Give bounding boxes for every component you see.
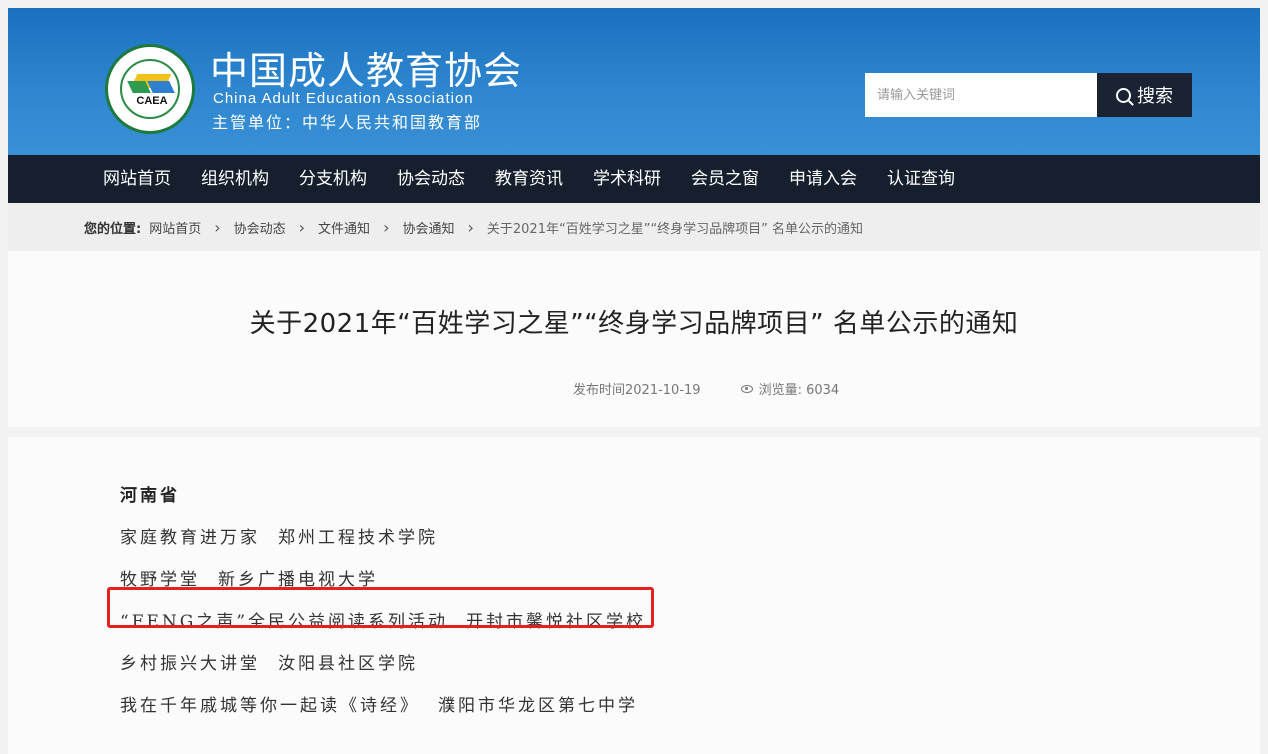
nav-item-research[interactable]: 学术科研 xyxy=(578,155,676,203)
breadcrumb-documents[interactable]: 文件通知 xyxy=(318,218,370,237)
site-header: CAEA 中国成人教育协会 China Adult Education Asso… xyxy=(8,8,1260,155)
breadcrumb-current: 关于2021年“百姓学习之星”“终身学习品牌项目” 名单公示的通知 xyxy=(486,221,864,237)
logo-text: CAEA xyxy=(136,95,168,107)
article-meta: 发布时间2021-10-19 浏览量: 6034 xyxy=(573,379,839,398)
eye-icon xyxy=(740,384,753,393)
publish-time: 发布时间2021-10-19 xyxy=(573,383,701,398)
chevron-right-icon: › xyxy=(214,217,221,237)
search-input[interactable] xyxy=(865,73,1098,117)
nav-item-education[interactable]: 教育资讯 xyxy=(480,155,578,203)
project-name: 我在千年戚城等你一起读《诗经》 xyxy=(120,696,420,716)
search-button[interactable]: 搜索 xyxy=(1097,73,1192,117)
main-nav: 网站首页 组织机构 分支机构 协会动态 教育资讯 学术科研 会员之窗 申请入会 … xyxy=(8,155,1260,203)
list-item: 乡村振兴大讲堂 汝阳县社区学院 xyxy=(120,643,646,685)
project-name: 乡村振兴大讲堂 xyxy=(120,654,260,674)
chevron-right-icon: › xyxy=(383,217,390,237)
breadcrumb-news[interactable]: 协会动态 xyxy=(234,218,286,237)
caea-logo[interactable]: CAEA xyxy=(105,44,195,134)
chevron-right-icon: › xyxy=(467,217,474,237)
site-supervisor: 主管单位：中华人民共和国教育部 xyxy=(212,113,483,132)
logo-mark-blue xyxy=(147,81,175,93)
article-content: 河南省 家庭教育进万家 郑州工程技术学院 牧野学堂 新乡广播电视大学 “FENG之声… xyxy=(120,475,646,727)
list-item: 我在千年戚城等你一起读《诗经》 濮阳市华龙区第七中学 xyxy=(120,685,646,727)
project-name: 家庭教育进万家 xyxy=(120,528,260,548)
organization-name: 新乡广播电视大学 xyxy=(218,570,378,590)
nav-item-certification[interactable]: 认证查询 xyxy=(872,155,970,203)
nav-item-branches[interactable]: 分支机构 xyxy=(284,155,382,203)
project-name: 牧野学堂 xyxy=(120,570,200,590)
list-item: “FENG之声”全民公益阅读系列活动 开封市馨悦社区学校 xyxy=(120,601,646,643)
article-body: 河南省 家庭教育进万家 郑州工程技术学院 牧野学堂 新乡广播电视大学 “FENG之声… xyxy=(8,437,1260,754)
project-name: “FENG之声”全民公益阅读系列活动 xyxy=(120,612,449,632)
breadcrumb-label: 您的位置: xyxy=(84,221,142,237)
nav-item-join[interactable]: 申请入会 xyxy=(774,155,872,203)
organization-name: 汝阳县社区学院 xyxy=(278,654,418,674)
search-icon xyxy=(1116,87,1131,103)
page: CAEA 中国成人教育协会 China Adult Education Asso… xyxy=(8,8,1260,754)
chevron-right-icon: › xyxy=(298,217,306,237)
list-item: 牧野学堂 新乡广播电视大学 xyxy=(120,559,646,601)
site-subtitle: China Adult Education Association xyxy=(213,90,474,107)
article-title: 关于2021年“百姓学习之星”“终身学习品牌项目” 名单公示的通知 xyxy=(249,309,1019,339)
breadcrumb: 您的位置: 网站首页 › 协会动态 › 文件通知 › 协会通知 › 关于2021… xyxy=(8,203,1260,251)
nav-item-organization[interactable]: 组织机构 xyxy=(186,155,284,203)
organization-name: 郑州工程技术学院 xyxy=(278,528,438,548)
breadcrumb-home[interactable]: 网站首页 xyxy=(149,218,201,237)
organization-name: 濮阳市华龙区第七中学 xyxy=(438,696,638,716)
nav-item-members[interactable]: 会员之窗 xyxy=(676,155,774,203)
view-count: 浏览量: 6034 xyxy=(758,383,840,398)
site-title[interactable]: 中国成人教育协会 xyxy=(210,48,522,94)
breadcrumb-notices[interactable]: 协会通知 xyxy=(402,218,454,237)
province-heading: 河南省 xyxy=(120,486,180,506)
article-header: 关于2021年“百姓学习之星”“终身学习品牌项目” 名单公示的通知 发布时间20… xyxy=(8,251,1260,427)
search-button-label: 搜索 xyxy=(1137,86,1173,107)
list-item: 家庭教育进万家 郑州工程技术学院 xyxy=(120,517,646,559)
logo-emblem: CAEA xyxy=(120,59,180,119)
nav-item-home[interactable]: 网站首页 xyxy=(88,155,186,203)
nav-item-news[interactable]: 协会动态 xyxy=(382,155,480,203)
organization-name: 开封市馨悦社区学校 xyxy=(466,612,647,632)
